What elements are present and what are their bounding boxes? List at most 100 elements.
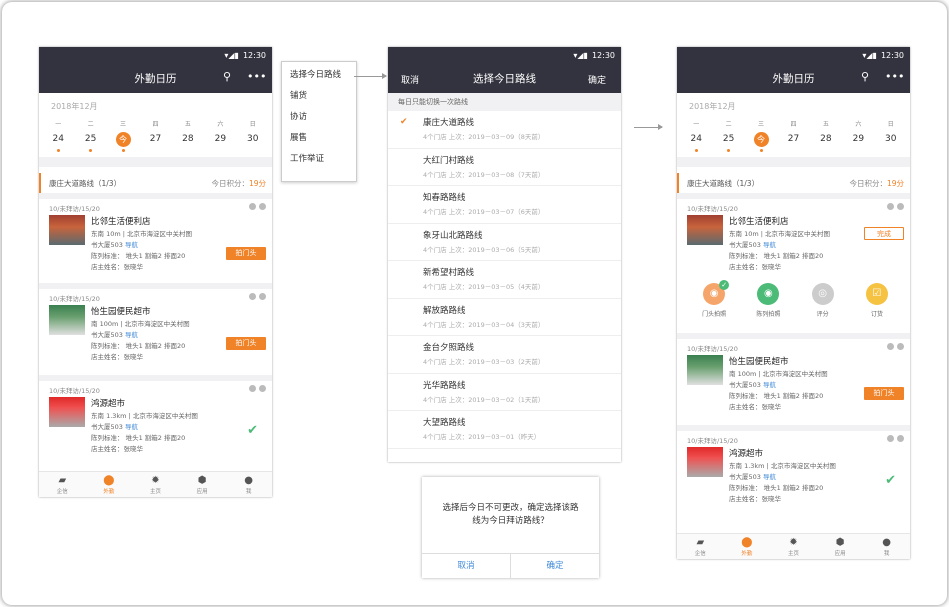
display-standard: 陈列标准： 堆头1 割箱2 排面20 — [729, 392, 824, 400]
nav-link[interactable]: 导航 — [125, 241, 138, 249]
store-card[interactable]: 10/未拜访/15/20 鸿源超市 东南 1.3km | 北京市海淀区中关村图 … — [39, 375, 272, 465]
route-item[interactable]: 大望路路线 4个门店 上次：2019－03－01（昨天） — [388, 411, 621, 449]
nav-link[interactable]: 导航 — [125, 331, 138, 339]
more-icon[interactable]: ••• — [885, 70, 904, 83]
date-row: 24 25 今 27 28 29 30 — [39, 131, 272, 147]
action-display-photo[interactable]: ◉ 陈列拍照 — [741, 283, 795, 318]
route-item-name: 光华路路线 — [423, 380, 466, 391]
store-card[interactable]: 10/未拜访/15/20 怡生园便民超市 南 100m | 北京市海淀区中关村图… — [39, 283, 272, 375]
more-icon[interactable]: ••• — [247, 70, 266, 83]
store-card[interactable]: 10/未拜访/15/20 怡生园便民超市 南 100m | 北京市海淀区中关村图… — [677, 333, 910, 425]
store-distance: 东南 1.3km | 北京市海淀区中关村图 — [729, 462, 836, 470]
note-icon[interactable] — [897, 203, 904, 210]
tab-label: 外勤 — [103, 489, 115, 495]
photo-button[interactable]: 拍门头 — [226, 337, 266, 350]
store-card[interactable]: 10/未拜访/15/20 比邻生活便利店 东南 10m | 北京市海淀区中关村图… — [39, 193, 272, 283]
date-cell[interactable]: 29 — [842, 131, 874, 147]
user-icon: ● — [882, 537, 892, 548]
nav-link[interactable]: 导航 — [763, 381, 776, 389]
date-cell[interactable]: 29 — [204, 131, 236, 147]
menu-item-exhibit[interactable]: 展售 — [282, 128, 356, 149]
route-item[interactable]: 光华路路线 4个门店 上次：2019－03－02（1天前） — [388, 374, 621, 411]
action-order[interactable]: ☑ 订货 — [850, 283, 904, 318]
menu-item-proof[interactable]: 工作举证 — [282, 149, 356, 170]
store-card-expanded[interactable]: 10/未拜访/15/20 比邻生活便利店 东南 10m | 北京市海淀区中关村图… — [677, 193, 910, 333]
dialog-confirm-button[interactable]: 确定 — [510, 554, 599, 578]
note-icon[interactable] — [897, 435, 904, 442]
weekday: 六 — [855, 121, 862, 128]
tab-me[interactable]: ● 我 — [863, 534, 910, 559]
action-rating[interactable]: ◎ 评分 — [796, 283, 850, 318]
camera-icon: ◉ — [757, 283, 780, 305]
confirm-button[interactable]: 确定 — [588, 73, 606, 86]
route-item[interactable]: 大红门村路线 4个门店 上次：2019－03－08（7天前） — [388, 149, 621, 186]
photo-button[interactable]: 拍门头 — [864, 387, 904, 400]
date-cell[interactable]: 28 — [810, 131, 842, 147]
search-icon[interactable]: ⚲ — [861, 70, 869, 83]
score: 今日积分：19分 — [849, 178, 904, 189]
tab-messages[interactable]: ▰ 企信 — [39, 472, 86, 497]
tab-apps[interactable]: ⬢ 应用 — [817, 534, 864, 559]
menu-item-distribution[interactable]: 铺货 — [282, 86, 356, 107]
tab-messages[interactable]: ▰ 企信 — [677, 534, 724, 559]
tab-field[interactable]: ⬤ 外勤 — [86, 472, 133, 497]
phone-icon[interactable] — [249, 385, 256, 392]
menu-item-assist[interactable]: 协访 — [282, 107, 356, 128]
route-header: 康庄大道路线（1/3） 今日积分：19分 — [39, 173, 272, 193]
date-cell[interactable]: 30 — [237, 131, 269, 147]
tab-home[interactable]: ✹ 主页 — [770, 534, 817, 559]
note-icon[interactable] — [259, 385, 266, 392]
store-name: 鸿源超市 — [729, 449, 764, 459]
store-card[interactable]: 10/未拜访/15/20 鸿源超市 东南 1.3km | 北京市海淀区中关村图 … — [677, 425, 910, 517]
date-cell[interactable]: 24 — [42, 131, 74, 147]
signal-icon: ▾◢▮ — [224, 50, 239, 60]
action-label: 订货 — [870, 311, 883, 318]
nav-link[interactable]: 导航 — [763, 473, 776, 481]
page-title: 外勤日历 — [772, 73, 815, 85]
weekday: 六 — [217, 121, 224, 128]
nav-link[interactable]: 导航 — [763, 241, 776, 249]
action-storefront-photo[interactable]: ◉ ✓ 门头拍照 — [687, 280, 741, 318]
menu-item-select-route[interactable]: 选择今日路线 — [282, 65, 356, 86]
route-item[interactable]: 解放路路线 4个门店 上次：2019－03－04（3天前） — [388, 299, 621, 336]
date-cell[interactable]: 25 — [74, 131, 106, 147]
note-icon[interactable] — [259, 293, 266, 300]
action-row: ◉ ✓ 门头拍照 ◉ 陈列拍照 ◎ 评分 ☑ 订货 — [687, 279, 904, 320]
note-icon[interactable] — [259, 203, 266, 210]
route-item[interactable]: ✔ 康庄大道路线 4个门店 上次：2019－03－09（8天前） — [388, 111, 621, 149]
date-cell[interactable]: 27 — [777, 131, 809, 147]
tab-apps[interactable]: ⬢ 应用 — [179, 472, 226, 497]
store-distance: 南 100m | 北京市海淀区中关村图 — [729, 370, 828, 378]
phone-icon[interactable] — [887, 343, 894, 350]
tab-home[interactable]: ✹ 主页 — [132, 472, 179, 497]
route-item[interactable]: 象牙山北路路线 4个门店 上次：2019－03－06（5天前） — [388, 224, 621, 261]
date-cell-today[interactable]: 今 — [107, 131, 139, 147]
dialog-cancel-button[interactable]: 取消 — [422, 554, 510, 578]
date-cell[interactable]: 25 — [712, 131, 744, 147]
action-label: 陈列拍照 — [756, 311, 781, 318]
tab-me[interactable]: ● 我 — [225, 472, 272, 497]
photo-button[interactable]: 拍门头 — [226, 247, 266, 260]
date-cell[interactable]: 28 — [172, 131, 204, 147]
date-cell[interactable]: 24 — [680, 131, 712, 147]
route-item-name: 解放路路线 — [423, 305, 466, 316]
route-item[interactable]: 知春路路线 4个门店 上次：2019－03－07（6天前） — [388, 186, 621, 224]
score-label: 今日积分： — [849, 178, 887, 188]
date-cell[interactable]: 30 — [875, 131, 907, 147]
nav-link[interactable]: 导航 — [125, 423, 138, 431]
tab-label: 企信 — [694, 551, 706, 557]
phone-icon[interactable] — [887, 203, 894, 210]
chat-icon: ▰ — [58, 475, 67, 486]
phone-icon[interactable] — [887, 435, 894, 442]
date-cell[interactable]: 27 — [139, 131, 171, 147]
tab-field[interactable]: ⬤ 外勤 — [724, 534, 771, 559]
phone-icon[interactable] — [249, 203, 256, 210]
date-cell-today[interactable]: 今 — [745, 131, 777, 147]
location-icon: ⬤ — [741, 537, 753, 548]
route-item[interactable]: 新希望村路线 4个门店 上次：2019－03－05（4天前） — [388, 261, 621, 299]
search-icon[interactable]: ⚲ — [223, 70, 231, 83]
phone-icon[interactable] — [249, 293, 256, 300]
route-item[interactable]: 金台夕照路线 4个门店 上次：2019－03－03（2天前） — [388, 336, 621, 374]
done-button[interactable]: 完成 — [864, 227, 904, 240]
note-icon[interactable] — [897, 343, 904, 350]
